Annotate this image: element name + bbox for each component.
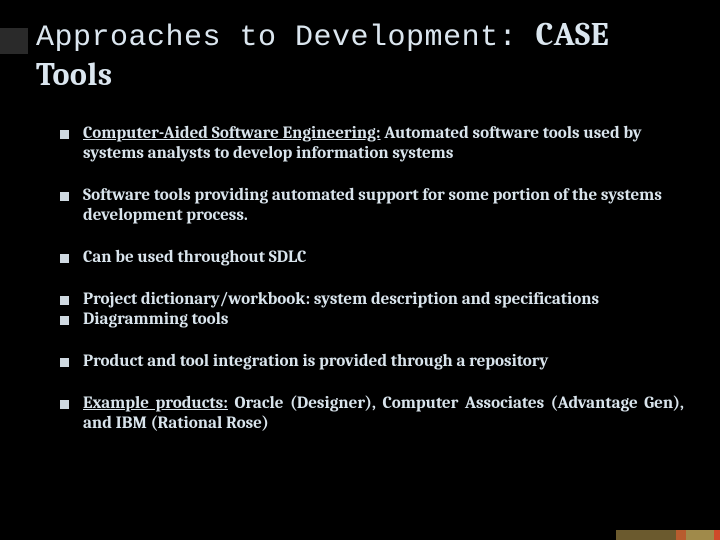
bullet-item: Product and tool integration is provided…	[60, 352, 684, 372]
bullet-text: Product and tool integration is provided…	[83, 352, 684, 372]
content-area: Computer-Aided Software Engineering: Aut…	[36, 124, 684, 434]
bullet-text: Example products: Oracle (Designer), Com…	[83, 394, 684, 434]
bullet-item: Diagramming tools	[60, 310, 684, 330]
bullet-item: Computer-Aided Software Engineering: Aut…	[60, 124, 684, 164]
bullet-text: Can be used throughout SDLC	[83, 248, 684, 268]
slide-title: Approaches to Development: CASE Tools	[36, 16, 684, 96]
bullet-icon	[60, 296, 69, 305]
title-prefix: Approaches to Development:	[36, 21, 536, 55]
deco-segment	[686, 530, 714, 540]
bullet-icon	[60, 400, 69, 409]
bullet-icon	[60, 192, 69, 201]
bullet-underline: Computer-Aided Software Engineering:	[83, 124, 381, 143]
slide: Approaches to Development: CASE Tools Co…	[0, 0, 720, 540]
bullet-group: Project dictionary/workbook: system desc…	[60, 290, 684, 330]
bullet-text: Computer-Aided Software Engineering: Aut…	[83, 124, 684, 164]
bullet-icon	[60, 130, 69, 139]
bullet-icon	[60, 358, 69, 367]
footer-decoration	[616, 530, 720, 540]
bullet-item: Project dictionary/workbook: system desc…	[60, 290, 684, 310]
bullet-icon	[60, 316, 69, 325]
bullet-text: Project dictionary/workbook: system desc…	[83, 290, 684, 310]
accent-bar	[0, 28, 28, 54]
bullet-item: Software tools providing automated suppo…	[60, 186, 684, 226]
bullet-text: Diagramming tools	[83, 310, 684, 330]
deco-segment	[676, 530, 686, 540]
bullet-icon	[60, 254, 69, 263]
bullet-text: Software tools providing automated suppo…	[83, 186, 684, 226]
bullet-item: Example products: Oracle (Designer), Com…	[60, 394, 684, 434]
deco-segment	[616, 530, 676, 540]
bullet-underline: Example products:	[83, 394, 228, 413]
deco-segment	[714, 530, 720, 540]
bullet-item: Can be used throughout SDLC	[60, 248, 684, 268]
